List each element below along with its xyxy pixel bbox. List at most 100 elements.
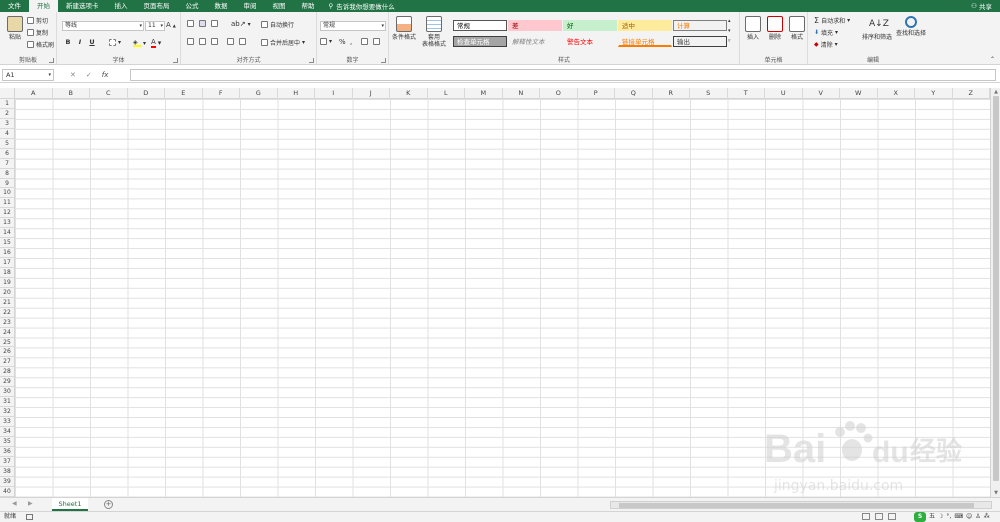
italic-button[interactable]: I	[75, 37, 85, 47]
user-icon[interactable]: ☺	[966, 512, 972, 522]
column-header-U[interactable]: U	[765, 88, 803, 99]
punctuation-icon[interactable]: °,	[946, 512, 951, 522]
tab-7[interactable]: 审阅	[236, 0, 265, 12]
paste-button[interactable]: 粘贴	[2, 16, 28, 41]
normal-view-icon[interactable]	[862, 513, 870, 520]
column-header-I[interactable]: I	[315, 88, 353, 99]
vertical-scroll-thumb[interactable]	[993, 96, 999, 481]
row-header-23[interactable]: 23	[0, 318, 14, 328]
tab-5[interactable]: 公式	[178, 0, 207, 12]
column-header-Q[interactable]: Q	[615, 88, 653, 99]
increase-indent-button[interactable]	[239, 38, 246, 45]
row-header-22[interactable]: 22	[0, 308, 14, 318]
add-sheet-button[interactable]: +	[104, 500, 113, 509]
column-header-L[interactable]: L	[428, 88, 465, 99]
row-header-32[interactable]: 32	[0, 407, 14, 417]
ime-mode[interactable]: 五	[929, 512, 935, 522]
merge-center-button[interactable]: 合并后居中 ▾	[261, 38, 305, 47]
cell-style-0[interactable]: 常规	[453, 20, 507, 31]
row-header-16[interactable]: 16	[0, 248, 14, 258]
column-header-D[interactable]: D	[128, 88, 165, 99]
column-header-C[interactable]: C	[90, 88, 128, 99]
page-break-view-icon[interactable]	[888, 513, 896, 520]
row-header-4[interactable]: 4	[0, 129, 14, 139]
row-header-11[interactable]: 11	[0, 198, 14, 209]
tab-1[interactable]: 开始	[29, 0, 58, 12]
border-button[interactable]: ▾	[109, 39, 121, 46]
column-header-A[interactable]: A	[15, 88, 53, 99]
row-header-26[interactable]: 26	[0, 347, 14, 358]
format-cells-button[interactable]: 格式	[784, 16, 810, 41]
increase-decimal-button[interactable]	[361, 38, 368, 45]
align-bottom-button[interactable]	[211, 20, 218, 27]
align-center-button[interactable]	[199, 38, 206, 45]
cell-style-9[interactable]: 输出	[673, 36, 727, 47]
row-header-10[interactable]: 10	[0, 188, 14, 199]
comma-style-button[interactable]: ,	[350, 38, 352, 46]
wrap-text-button[interactable]: 自动换行	[261, 20, 294, 29]
horizontal-scrollbar[interactable]	[610, 501, 992, 509]
column-header-B[interactable]: B	[53, 88, 90, 99]
font-launcher-icon[interactable]	[173, 58, 178, 63]
font-size-select[interactable]: 11 ▾	[145, 21, 165, 31]
page-layout-view-icon[interactable]	[875, 513, 883, 520]
accounting-format-button[interactable]: ▾	[320, 38, 332, 45]
check-icon[interactable]: ✓	[86, 69, 92, 81]
cut-button[interactable]: 剪切	[27, 16, 48, 25]
row-header-36[interactable]: 36	[0, 447, 14, 457]
align-right-button[interactable]	[211, 38, 218, 45]
find-select-button[interactable]: 查找和选择	[894, 16, 928, 37]
row-header-7[interactable]: 7	[0, 159, 14, 169]
underline-button[interactable]: U	[87, 37, 97, 47]
keyboard-icon[interactable]: ⌨	[954, 512, 963, 522]
row-header-31[interactable]: 31	[0, 397, 14, 408]
cell-style-5[interactable]: 检查单元格	[453, 36, 507, 47]
column-header-P[interactable]: P	[578, 88, 615, 99]
column-header-T[interactable]: T	[728, 88, 765, 99]
clear-button[interactable]: ◆ 清除 ▾	[814, 40, 838, 49]
column-header-M[interactable]: M	[465, 88, 503, 99]
row-header-17[interactable]: 17	[0, 258, 14, 268]
cell-style-7[interactable]: 警告文本	[563, 36, 617, 47]
row-header-21[interactable]: 21	[0, 298, 14, 308]
collapse-ribbon-icon[interactable]: ⌃	[990, 56, 995, 63]
cell-style-8[interactable]: 链接单元格	[618, 36, 672, 47]
row-header-18[interactable]: 18	[0, 268, 14, 278]
cell-style-4[interactable]: 计算	[673, 20, 727, 31]
row-header-37[interactable]: 37	[0, 457, 14, 467]
cell-style-1[interactable]: 差	[508, 20, 562, 31]
row-header-27[interactable]: 27	[0, 357, 14, 368]
copy-button[interactable]: 复制	[27, 28, 48, 37]
row-header-25[interactable]: 25	[0, 338, 14, 348]
row-header-5[interactable]: 5	[0, 139, 14, 149]
cell-style-6[interactable]: 解释性文本	[508, 36, 562, 47]
row-header-14[interactable]: 14	[0, 228, 14, 239]
cell-style-2[interactable]: 好	[563, 20, 617, 31]
cell-style-3[interactable]: 适中	[618, 20, 672, 31]
row-header-35[interactable]: 35	[0, 437, 14, 447]
align-middle-button[interactable]	[199, 20, 206, 27]
row-header-8[interactable]: 8	[0, 169, 14, 179]
row-header-34[interactable]: 34	[0, 427, 14, 437]
fill-button[interactable]: ⬇ 填充 ▾	[814, 28, 838, 37]
sheet-tab-sheet1[interactable]: Sheet1	[52, 498, 88, 511]
column-header-X[interactable]: X	[878, 88, 915, 99]
row-header-40[interactable]: 40	[0, 487, 14, 497]
orientation-button[interactable]: ab↗ ▾	[231, 20, 251, 28]
row-header-33[interactable]: 33	[0, 417, 14, 427]
row-header-30[interactable]: 30	[0, 387, 14, 398]
decrease-decimal-button[interactable]	[373, 38, 380, 45]
row-header-20[interactable]: 20	[0, 288, 14, 298]
fill-color-button[interactable]: ◈ ▾	[133, 39, 146, 47]
font-color-button[interactable]: A ▾	[151, 38, 161, 48]
format-painter-button[interactable]: 格式刷	[27, 40, 54, 49]
column-header-R[interactable]: R	[653, 88, 690, 99]
horizontal-scroll-thumb[interactable]	[619, 503, 974, 508]
share-button[interactable]: ⚇ 共享	[971, 1, 1000, 11]
name-box[interactable]: A1 ▾	[2, 69, 54, 81]
scroll-up-icon[interactable]: ▲	[991, 88, 1000, 96]
column-header-W[interactable]: W	[840, 88, 878, 99]
moon-icon[interactable]: ☽	[938, 512, 943, 522]
column-header-N[interactable]: N	[503, 88, 540, 99]
grid-icon[interactable]: ⁂	[984, 512, 990, 522]
